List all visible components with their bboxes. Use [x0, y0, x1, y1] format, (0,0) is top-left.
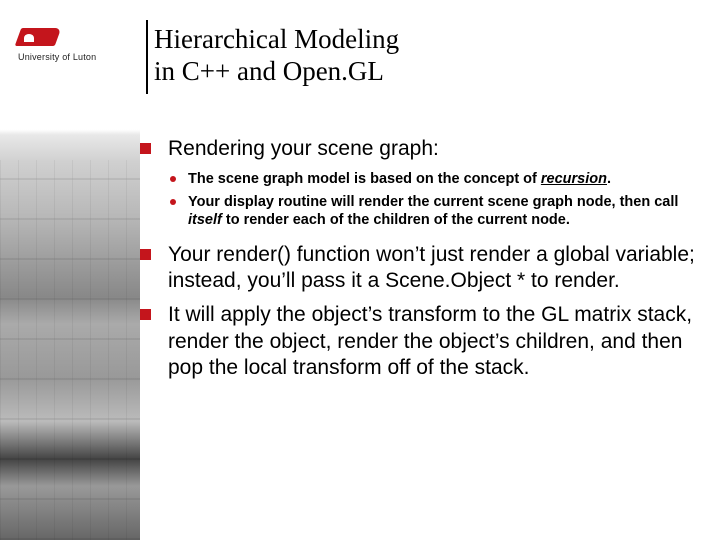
- slide-title: Hierarchical Modeling in C++ and Open.GL: [146, 20, 399, 94]
- slide-body: Rendering your scene graph: The scene gr…: [140, 136, 700, 389]
- university-logo: University of Luton: [18, 22, 128, 72]
- bullet-text: Your render() function won’t just render…: [168, 242, 700, 295]
- text-run: Your display routine will render the cur…: [188, 194, 678, 210]
- title-line-1: Hierarchical Modeling: [148, 24, 399, 56]
- bullet-text: Rendering your scene graph:: [168, 136, 700, 162]
- list-item: The scene graph model is based on the co…: [168, 170, 700, 189]
- sub-bullet-text: Your display routine will render the cur…: [188, 193, 700, 230]
- sub-bullet-text: The scene graph model is based on the co…: [188, 170, 700, 189]
- list-item: Rendering your scene graph: The scene gr…: [140, 136, 700, 230]
- logo-caption: University of Luton: [18, 52, 128, 62]
- list-item: Your display routine will render the cur…: [168, 193, 700, 230]
- text-run: to render each of the children of the cu…: [222, 212, 570, 228]
- background-building-photo: [0, 0, 140, 540]
- text-run: .: [607, 171, 611, 187]
- emphasis-run: itself: [188, 212, 222, 228]
- list-item: Your render() function won’t just render…: [140, 242, 700, 295]
- emphasis-run: recursion: [541, 171, 607, 187]
- title-line-2: in C++ and Open.GL: [148, 56, 399, 88]
- sub-bullet-list: The scene graph model is based on the co…: [168, 170, 700, 230]
- text-run: The scene graph model is based on the co…: [188, 171, 541, 187]
- logo-mark-icon: [18, 22, 60, 48]
- bullet-list: Rendering your scene graph: The scene gr…: [140, 136, 700, 381]
- list-item: It will apply the object’s transform to …: [140, 302, 700, 381]
- bullet-text: It will apply the object’s transform to …: [168, 302, 700, 381]
